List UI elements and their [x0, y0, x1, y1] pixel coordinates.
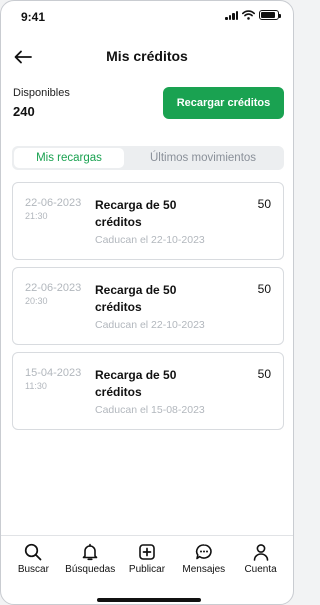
nav-item-publicar[interactable]: Publicar [119, 536, 175, 604]
available-credits-label: Disponibles [13, 87, 70, 99]
nav-item-busquedas[interactable]: Búsquedas [62, 536, 118, 604]
recharge-card[interactable]: 22-06-2023 21:30 Recarga de 50 créditos … [12, 182, 284, 260]
search-icon [25, 543, 42, 561]
wifi-icon [242, 10, 255, 20]
nav-label: Publicar [128, 564, 166, 575]
recharge-expiry: Caducan el 22-10-2023 [95, 319, 205, 331]
nav-item-mensajes[interactable]: Mensajes [176, 536, 232, 604]
phone-screen: 9:41 Mis créditos Disponibles 240 Recarg… [0, 0, 294, 605]
recharge-card[interactable]: 15-04-2023 11:30 Recarga de 50 créditos … [12, 352, 284, 430]
battery-level [261, 12, 276, 18]
bell-icon [82, 543, 98, 561]
recharge-amount: 50 [257, 282, 271, 296]
recharge-card[interactable]: 22-06-2023 20:30 Recarga de 50 créditos … [12, 267, 284, 345]
cellular-signal-icon [225, 10, 238, 20]
recharge-expiry: Caducan el 15-08-2023 [95, 404, 205, 416]
user-icon [253, 544, 268, 561]
tab-mis-recargas[interactable]: Mis recargas [14, 148, 124, 168]
battery-icon [259, 10, 281, 20]
page-title: Mis créditos [106, 48, 188, 64]
recharge-amount: 50 [257, 197, 271, 211]
home-indicator [97, 598, 201, 602]
nav-item-cuenta[interactable]: Cuenta [233, 536, 289, 604]
recharge-time: 11:30 [25, 381, 47, 391]
plus-square-icon [139, 544, 155, 560]
nav-item-buscar[interactable]: Buscar [5, 536, 61, 604]
status-time: 9:41 [21, 10, 46, 24]
nav-label: Búsquedas [65, 564, 116, 575]
nav-label: Mensajes [182, 564, 226, 575]
recharge-date: 22-06-2023 [25, 197, 82, 209]
header: Mis créditos [1, 39, 293, 75]
nav-label: Cuenta [244, 564, 277, 575]
tab-ultimos-movimientos[interactable]: Últimos movimientos [124, 148, 282, 168]
recharge-credits-button[interactable]: Recargar créditos [163, 87, 284, 119]
chat-icon [195, 544, 212, 560]
recharge-date: 22-06-2023 [25, 282, 82, 294]
recharge-time: 20:30 [25, 296, 48, 306]
status-icons [225, 10, 281, 20]
bottom-navigation: Buscar Búsquedas Publicar Mensajes Cuent… [1, 535, 293, 604]
recharge-amount: 50 [257, 367, 271, 381]
recharge-date: 15-04-2023 [25, 367, 82, 379]
recharge-title: Recarga de 50 créditos [95, 283, 177, 314]
recharge-title: Recarga de 50 créditos [95, 198, 177, 229]
status-bar: 9:41 [1, 1, 293, 33]
recharge-expiry: Caducan el 22-10-2023 [95, 234, 205, 246]
tab-bar: Mis recargas Últimos movimientos [12, 146, 284, 170]
available-credits-value: 240 [13, 104, 35, 119]
nav-label: Buscar [17, 564, 49, 575]
recharge-title: Recarga de 50 créditos [95, 368, 177, 399]
recharge-time: 21:30 [25, 211, 48, 221]
